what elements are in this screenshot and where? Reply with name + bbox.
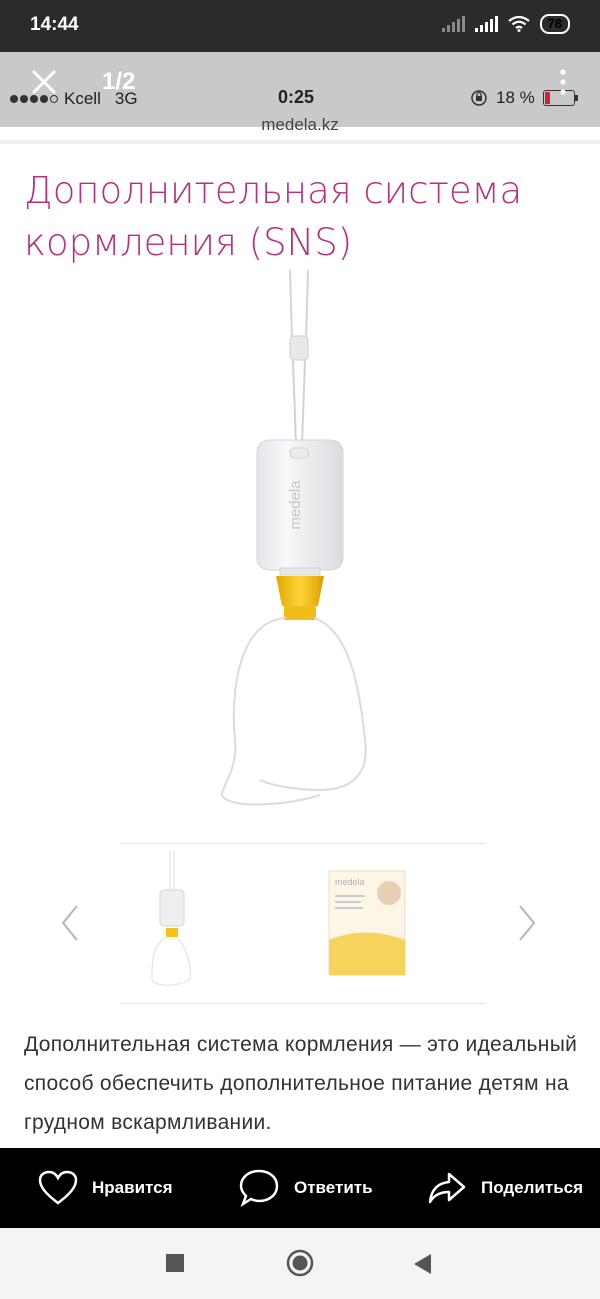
share-button[interactable]: Поделиться <box>427 1166 583 1210</box>
android-status-icons: 78 <box>441 14 570 34</box>
product-description: Дополнительная система кормления — это и… <box>24 1033 578 1134</box>
reply-button[interactable]: Ответить <box>238 1166 373 1210</box>
reply-label: Ответить <box>294 1178 373 1197</box>
wifi-icon <box>507 16 530 32</box>
nav-home-icon[interactable] <box>286 1249 314 1277</box>
divider <box>0 140 600 144</box>
ios-clock: 0:25 <box>278 87 315 107</box>
rotation-lock-icon <box>471 90 487 106</box>
ios-carrier-name: Kcell <box>64 89 101 108</box>
page-title: Дополнительная система кормления (SNS) <box>24 169 523 264</box>
divider <box>120 1003 485 1004</box>
gallery-thumbnail-2[interactable]: medela <box>325 865 410 980</box>
more-icon[interactable] <box>555 68 571 96</box>
chevron-right-icon[interactable] <box>515 903 539 943</box>
comment-icon <box>239 1169 279 1208</box>
close-icon[interactable] <box>24 62 64 102</box>
image-counter: 1/2 <box>102 68 136 95</box>
thumb-brand: medela <box>335 877 365 887</box>
page-url: medela.kz <box>261 115 339 134</box>
nav-back-icon[interactable] <box>411 1252 433 1276</box>
like-label: Нравится <box>92 1178 173 1197</box>
signal-icon <box>441 16 465 32</box>
share-icon <box>428 1172 466 1204</box>
android-clock: 14:44 <box>30 14 79 35</box>
chevron-left-icon[interactable] <box>58 903 82 943</box>
ios-battery-percent: 18 % <box>496 88 535 107</box>
signal-icon <box>474 16 498 32</box>
product-image: medela <box>220 270 367 806</box>
battery-indicator: 78 <box>539 14 570 34</box>
product-brand: medela <box>287 480 304 530</box>
share-label: Поделиться <box>481 1178 584 1197</box>
gallery-thumbnail-1[interactable] <box>140 850 205 990</box>
heart-icon <box>38 1170 78 1205</box>
like-button[interactable]: Нравится <box>38 1166 173 1210</box>
divider <box>120 843 485 844</box>
nav-recents-icon[interactable] <box>166 1254 184 1272</box>
